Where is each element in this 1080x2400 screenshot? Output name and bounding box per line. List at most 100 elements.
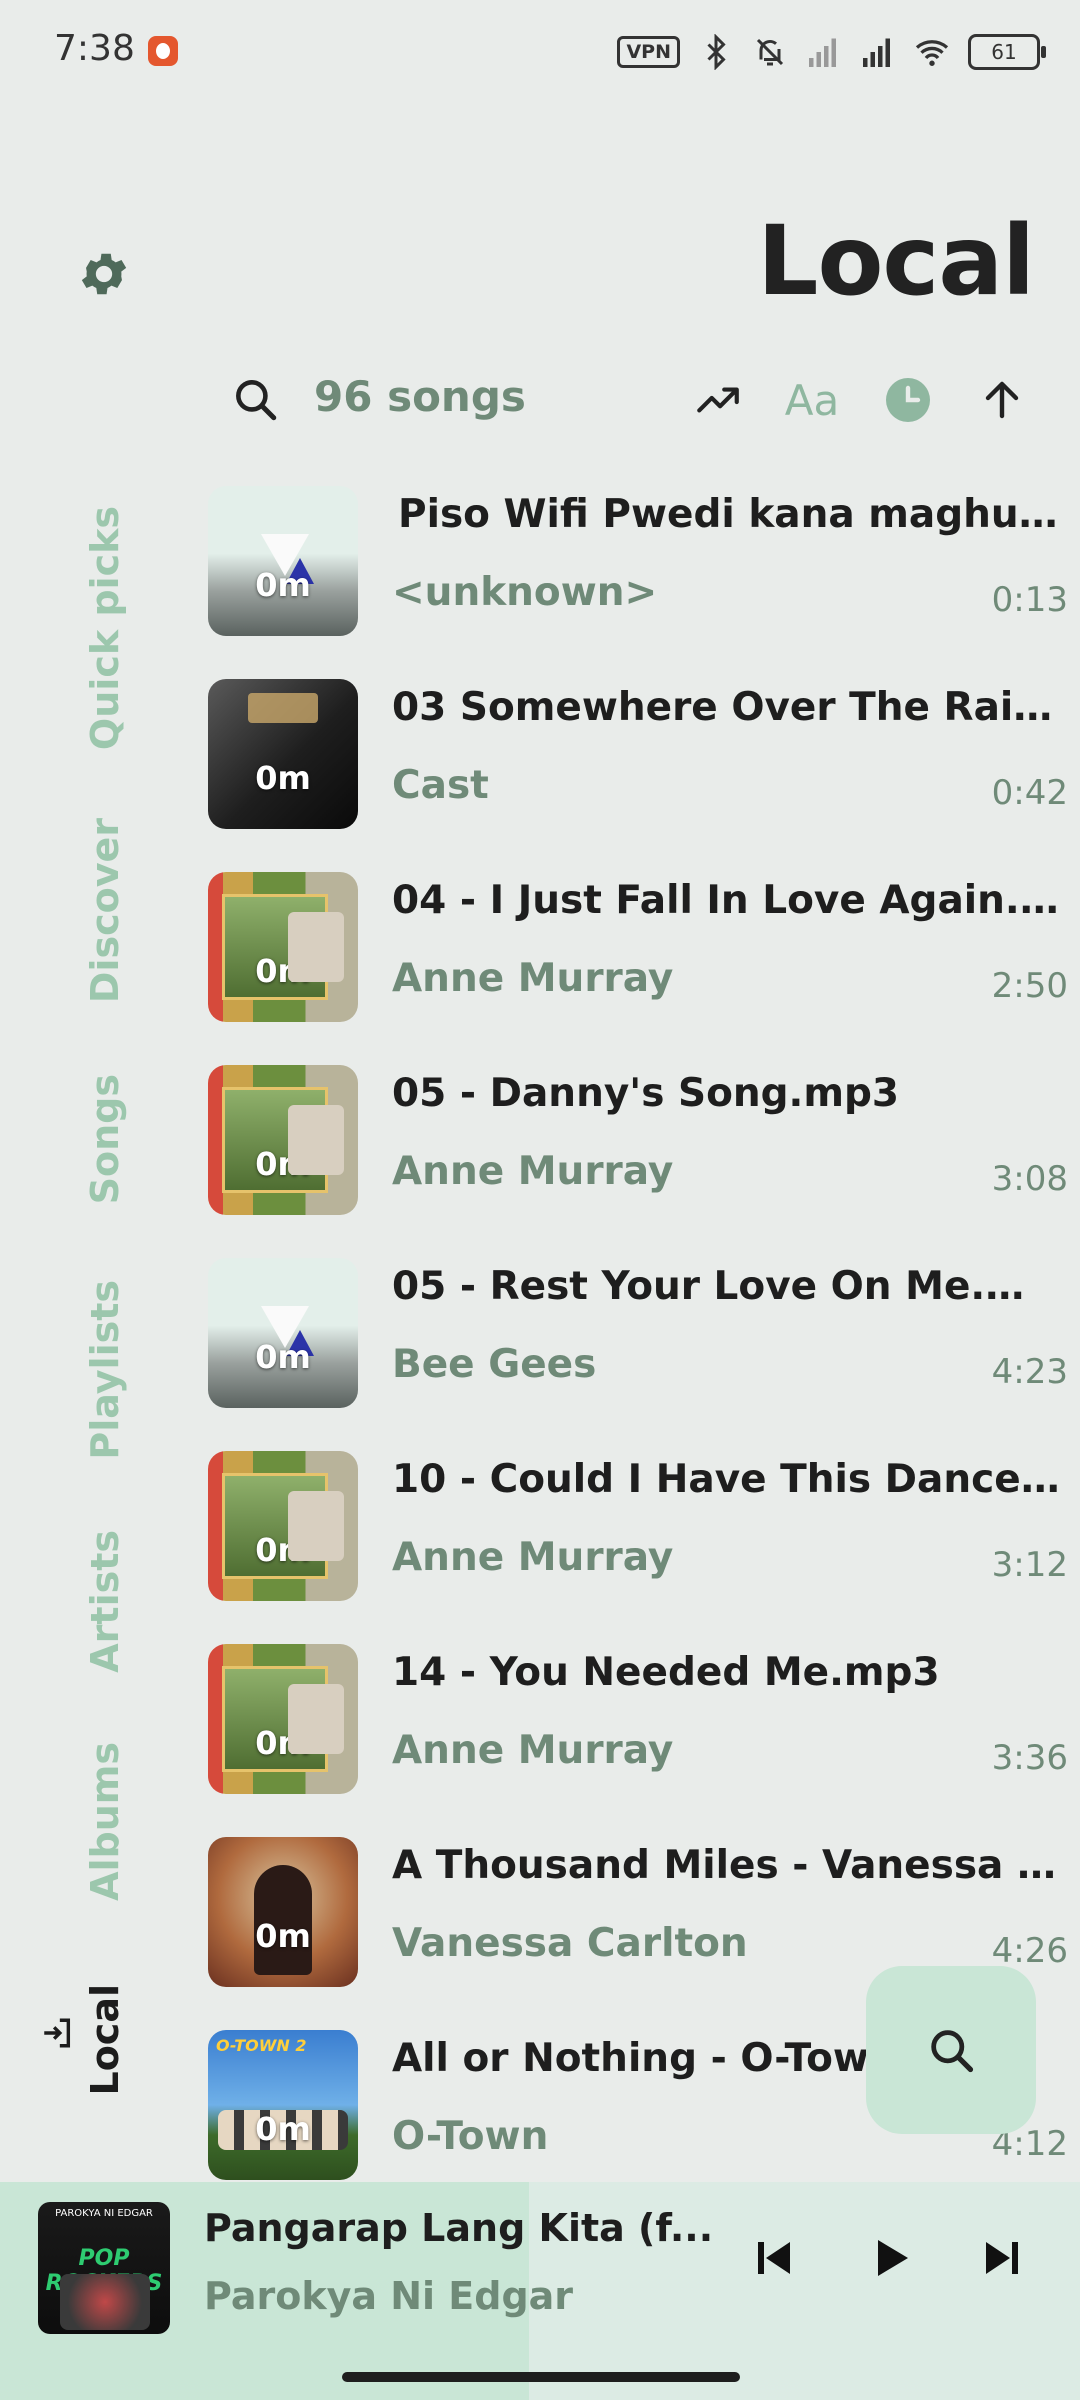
played-badge: 0m [255, 759, 311, 797]
song-duration: 3:36 [991, 1738, 1068, 1778]
nav-label: Artists [83, 1530, 127, 1673]
song-artist: Anne Murray [392, 1149, 674, 1194]
mini-player[interactable]: PAROKYA NI EDGAR POP ROCKERS Pangarap La… [0, 2182, 1080, 2400]
song-artist: Vanessa Carlton [392, 1921, 748, 1966]
search-icon[interactable] [230, 374, 280, 424]
clock-icon [886, 378, 930, 422]
song-artwork: 0m [208, 1451, 358, 1601]
trending-up-icon [697, 387, 739, 413]
song-count: 96 songs [314, 372, 526, 421]
song-row[interactable]: 0m 03 Somewhere Over The Rainbo... Cast … [208, 679, 1068, 872]
nav-label: Playlists [83, 1280, 127, 1460]
sort-by-title-button[interactable]: Aa [784, 372, 840, 428]
nav-label: Discover [83, 818, 127, 1004]
status-icons: VPN 61 [617, 30, 1046, 74]
play-icon [878, 2240, 908, 2276]
signal-icon [809, 38, 836, 67]
page-title: Local [757, 205, 1035, 317]
previous-button[interactable] [742, 2226, 806, 2290]
now-playing-artwork: PAROKYA NI EDGAR POP ROCKERS [38, 2202, 170, 2334]
song-row[interactable]: 0m 04 - I Just Fall In Love Again.mp3 An… [208, 872, 1068, 1065]
song-title: 10 - Could I Have This Dance.mp3 [392, 1457, 1062, 1502]
song-artist: O-Town [392, 2114, 549, 2159]
next-button[interactable] [970, 2226, 1034, 2290]
skip-previous-icon [758, 2242, 790, 2274]
song-artwork: 0m [208, 1837, 358, 1987]
song-title: 14 - You Needed Me.mp3 [392, 1650, 940, 1695]
search-fab-button[interactable] [866, 1966, 1036, 2134]
song-artist: Anne Murray [392, 1535, 674, 1580]
song-row[interactable]: 0m 14 - You Needed Me.mp3 Anne Murray 3:… [208, 1644, 1068, 1837]
song-title: 05 - Danny's Song.mp3 [392, 1071, 900, 1116]
song-list: 0m Piso Wifi Pwedi kana maghulloo... <un… [208, 486, 1068, 2223]
song-title: 03 Somewhere Over The Rainbo... [392, 685, 1062, 730]
song-title: Piso Wifi Pwedi kana maghulloo... [398, 492, 1068, 537]
settings-gear-icon[interactable] [76, 246, 132, 302]
played-badge: 0m [255, 1917, 311, 1955]
nav-artists[interactable]: Artists [40, 1530, 170, 1673]
side-navigation: Quick picks Discover Songs Playlists Art… [40, 470, 170, 2110]
arrow-up-icon [985, 381, 1019, 419]
song-artist: Anne Murray [392, 956, 674, 1001]
signal-icon-2 [863, 38, 890, 67]
nav-label: Albums [83, 1742, 127, 1901]
play-button[interactable] [858, 2226, 922, 2290]
album-logo-text: O-TOWN 2 [216, 2036, 307, 2055]
bell-off-icon [756, 38, 784, 66]
nav-label: Local [83, 1984, 127, 2096]
nav-quick-picks[interactable]: Quick picks [40, 506, 170, 750]
song-title: 04 - I Just Fall In Love Again.mp3 [392, 878, 1062, 923]
song-duration: 3:08 [991, 1159, 1068, 1199]
nav-playlists[interactable]: Playlists [40, 1280, 170, 1460]
home-indicator[interactable] [342, 2372, 740, 2382]
now-playing-title: Pangarap Lang Kita (f... [204, 2206, 714, 2250]
song-duration: 0:13 [991, 580, 1068, 620]
song-artist: Bee Gees [392, 1342, 597, 1387]
duckduckgo-notification-icon [148, 36, 178, 66]
local-login-icon [44, 2018, 71, 2048]
played-badge: 0m [255, 1531, 311, 1569]
song-artist: <unknown> [392, 570, 658, 615]
song-artwork: 0m [208, 1644, 358, 1794]
sort-order-button[interactable] [974, 372, 1030, 428]
nav-label: Quick picks [83, 506, 127, 751]
now-playing-artist: Parokya Ni Edgar [204, 2274, 574, 2318]
bluetooth-icon [707, 34, 726, 70]
song-row[interactable]: 0m 05 - Danny's Song.mp3 Anne Murray 3:0… [208, 1065, 1068, 1258]
played-badge: 0m [255, 2110, 311, 2148]
played-badge: 0m [255, 952, 311, 990]
list-toolbar: 96 songs Aa [210, 360, 1040, 444]
song-title: A Thousand Miles - Vanessa Car... [392, 1843, 1062, 1888]
played-badge: 0m [255, 1145, 311, 1183]
song-duration: 3:12 [991, 1545, 1068, 1585]
song-row[interactable]: 0m 05 - Rest Your Love On Me.mp3 Bee Gee… [208, 1258, 1068, 1451]
song-title: 05 - Rest Your Love On Me.mp3 [392, 1264, 1062, 1309]
nav-albums[interactable]: Albums [40, 1742, 170, 1901]
sort-by-date-button[interactable] [880, 372, 936, 428]
song-artwork: 0m [208, 679, 358, 829]
nav-label: Songs [83, 1074, 127, 1205]
song-artist: Anne Murray [392, 1728, 674, 1773]
song-duration: 0:42 [991, 773, 1068, 813]
song-row[interactable]: 0m 10 - Could I Have This Dance.mp3 Anne… [208, 1451, 1068, 1644]
song-duration: 4:23 [991, 1352, 1068, 1392]
skip-next-icon [986, 2242, 1018, 2274]
song-artwork: 0m [208, 1065, 358, 1215]
status-time: 7:38 [54, 28, 135, 69]
status-bar: 7:38 VPN 61 [0, 0, 1080, 100]
nav-songs[interactable]: Songs [40, 1074, 170, 1204]
vpn-icon: VPN [617, 36, 680, 68]
song-duration: 4:26 [991, 1931, 1068, 1971]
song-artwork: O-TOWN 2 0m [208, 2030, 358, 2180]
sort-by-plays-button[interactable] [690, 372, 746, 428]
song-artist: Cast [392, 763, 489, 808]
artwork-band-text: PAROKYA NI EDGAR [55, 2208, 153, 2219]
song-duration: 2:50 [991, 966, 1068, 1006]
song-row[interactable]: 0m Piso Wifi Pwedi kana maghulloo... <un… [208, 486, 1068, 679]
played-badge: 0m [255, 1724, 311, 1762]
played-badge: 0m [255, 1338, 311, 1376]
wifi-icon [915, 40, 949, 66]
nav-discover[interactable]: Discover [40, 818, 170, 1003]
played-badge: 0m [255, 566, 311, 604]
song-artwork: 0m [208, 872, 358, 1022]
